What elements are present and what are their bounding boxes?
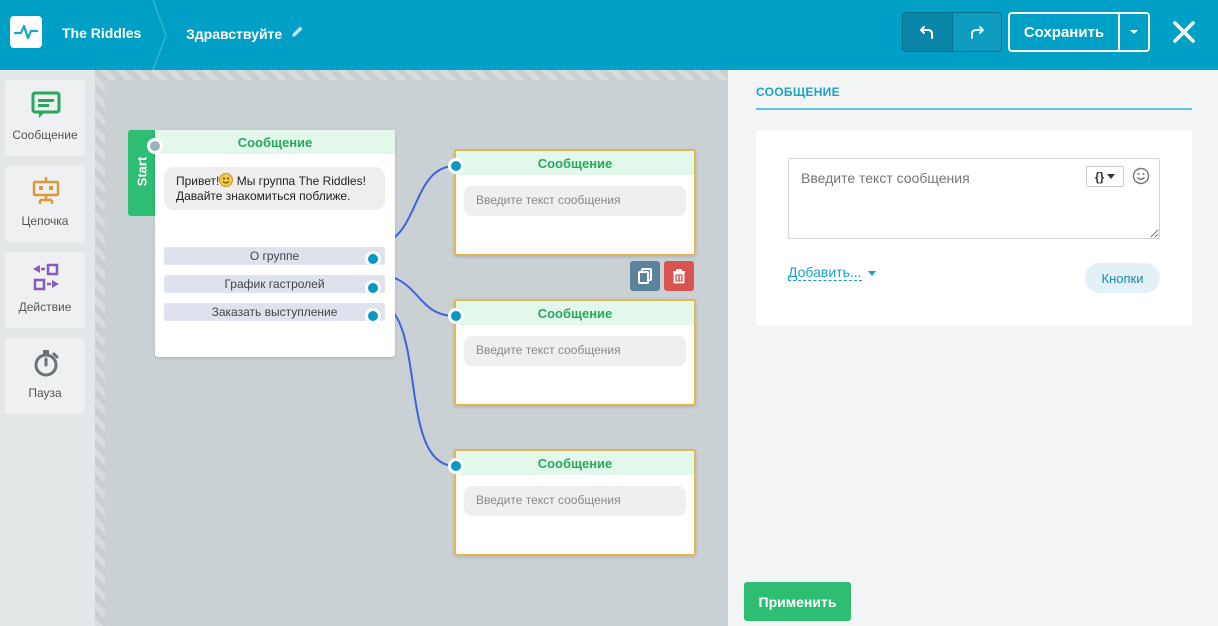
chevron-down-icon [1107, 174, 1116, 179]
node-title: Сообщение [456, 151, 694, 175]
panel-divider [756, 108, 1192, 110]
quick-reply-label: О группе [249, 249, 300, 263]
smiley-icon [219, 173, 234, 187]
add-content-dropdown[interactable]: Добавить... [788, 264, 862, 281]
insert-variable-button[interactable]: {} [1086, 166, 1124, 187]
node-message-text: Привет! Мы группа The Riddles! Давайте з… [164, 167, 385, 210]
undo-redo-group [902, 12, 1002, 52]
save-group: Сохранить [1008, 12, 1150, 52]
apply-button[interactable]: Применить [744, 582, 851, 621]
quick-reply-label: Заказать выступление [211, 305, 338, 319]
delete-node-button[interactable] [664, 261, 694, 291]
copy-node-button[interactable] [630, 261, 660, 291]
start-label: Start [134, 156, 150, 187]
redo-icon [970, 26, 984, 39]
undo-icon [920, 26, 934, 39]
quick-reply[interactable]: О группе [164, 247, 385, 265]
message-node-main[interactable]: Сообщение Привет! Мы группа The Riddles!… [147, 130, 395, 357]
quick-reply[interactable]: График гастролей [164, 275, 385, 293]
buttons-toggle[interactable]: Кнопки [1085, 263, 1160, 293]
node-input-port[interactable] [147, 138, 163, 154]
message-text-part: Привет! [176, 174, 220, 188]
node-title: Сообщение [456, 451, 694, 475]
copy-icon [638, 268, 652, 284]
quick-reply-port[interactable] [365, 251, 381, 267]
node-text-placeholder[interactable]: Введите текст сообщения [464, 486, 686, 516]
undo-button[interactable] [903, 13, 952, 51]
redo-button[interactable] [951, 13, 1001, 51]
quick-reply[interactable]: Заказать выступление [164, 303, 385, 321]
emoji-icon[interactable] [1132, 167, 1150, 185]
properties-panel: СООБЩЕНИЕ {} Добавить... Кнопки [728, 70, 1218, 626]
quick-reply-port[interactable] [365, 280, 381, 296]
chevron-down-icon[interactable] [868, 271, 876, 276]
variable-braces-icon: {} [1094, 169, 1105, 184]
node-text-placeholder[interactable]: Введите текст сообщения [464, 336, 686, 366]
save-button[interactable]: Сохранить [1010, 14, 1120, 50]
node-input-port[interactable] [448, 158, 464, 174]
node-title: Сообщение [155, 130, 395, 154]
quick-reply-port[interactable] [365, 308, 381, 324]
save-options-button[interactable] [1120, 14, 1148, 50]
message-node[interactable]: Сообщение Введите текст сообщения [448, 299, 696, 406]
node-input-port[interactable] [448, 458, 464, 474]
chevron-down-icon [1130, 30, 1138, 34]
node-title: Сообщение [456, 301, 694, 325]
message-editor-card: {} Добавить... Кнопки [756, 130, 1192, 326]
close-icon[interactable] [1170, 18, 1198, 46]
node-text-placeholder[interactable]: Введите текст сообщения [464, 186, 686, 216]
quick-reply-label: График гастролей [224, 277, 325, 291]
panel-title: СООБЩЕНИЕ [756, 85, 840, 99]
node-input-port[interactable] [448, 308, 464, 324]
trash-icon [673, 269, 685, 284]
message-node[interactable]: Сообщение Введите текст сообщения [448, 149, 696, 256]
message-node[interactable]: Сообщение Введите текст сообщения [448, 449, 696, 556]
